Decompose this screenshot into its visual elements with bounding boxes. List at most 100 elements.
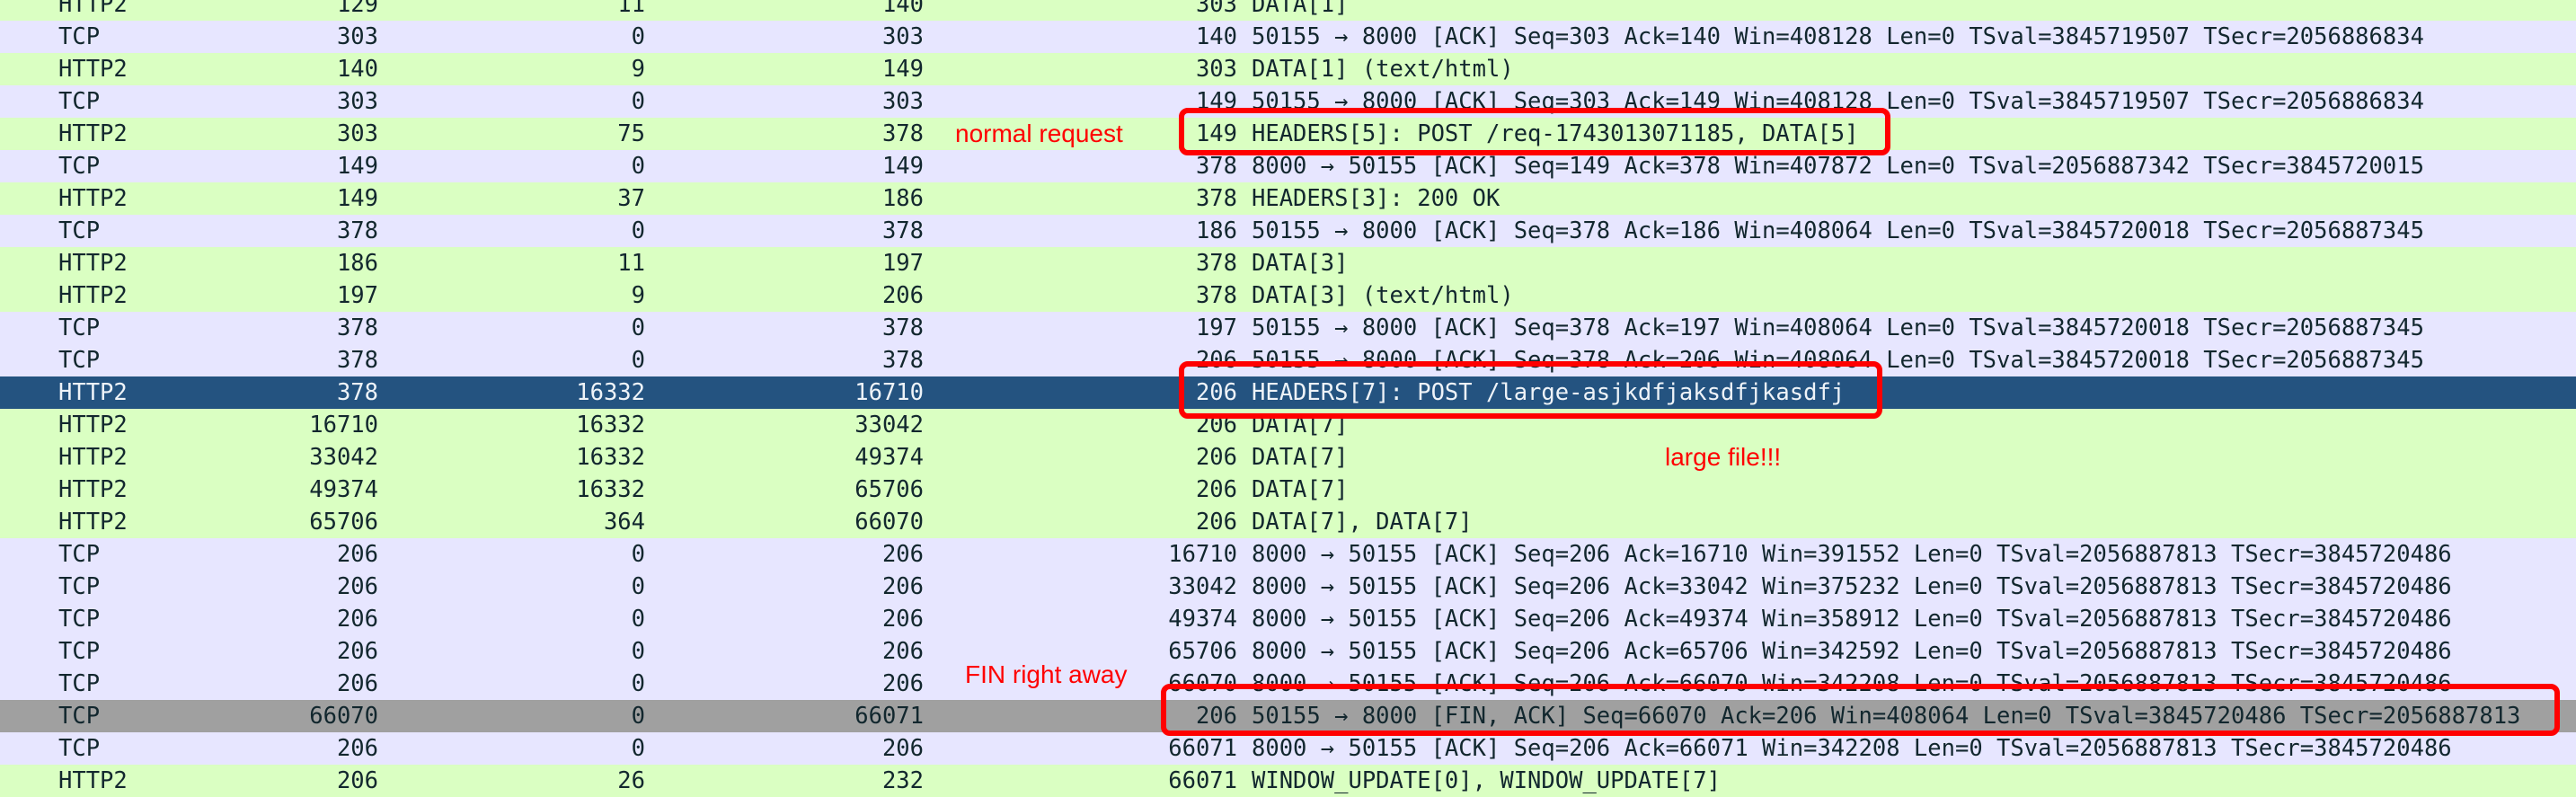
packet-value-c1: 149 bbox=[336, 185, 378, 212]
packet-row[interactable]: HTTP2 129 11 140 303 DATA[1] bbox=[0, 0, 2576, 21]
packet-value-c1: 303 bbox=[336, 120, 378, 147]
packet-value-c4: 378 bbox=[1195, 250, 1237, 277]
packet-protocol: HTTP2 bbox=[58, 250, 128, 277]
packet-protocol: HTTP2 bbox=[58, 379, 128, 406]
packet-value-c4: 206 bbox=[1195, 444, 1237, 471]
packet-value-c1: 206 bbox=[336, 573, 378, 600]
packet-value-c4: 33042 bbox=[1168, 573, 1237, 600]
annotation-fin-right-away: FIN right away bbox=[965, 660, 1128, 688]
packet-value-c2: 0 bbox=[631, 703, 645, 730]
packet-value-c1: 206 bbox=[336, 638, 378, 665]
packet-value-c3: 378 bbox=[881, 347, 924, 374]
packet-value-c1: 129 bbox=[336, 0, 378, 18]
packet-protocol: HTTP2 bbox=[58, 444, 128, 471]
packet-info: DATA[3] (text/html) bbox=[1252, 282, 1514, 309]
packet-value-c4: 206 bbox=[1195, 509, 1237, 536]
packet-value-c4: 65706 bbox=[1168, 638, 1237, 665]
packet-value-c2: 364 bbox=[603, 509, 645, 536]
packet-value-c4: 303 bbox=[1195, 0, 1237, 18]
packet-protocol: TCP bbox=[58, 314, 101, 341]
packet-value-c2: 16332 bbox=[576, 412, 645, 438]
packet-value-c1: 66070 bbox=[309, 703, 378, 730]
packet-value-c1: 303 bbox=[336, 23, 378, 50]
packet-value-c3: 66070 bbox=[854, 509, 924, 536]
packet-value-c3: 303 bbox=[881, 88, 924, 115]
packet-value-c2: 0 bbox=[631, 670, 645, 697]
packet-protocol: TCP bbox=[58, 153, 101, 180]
packet-value-c3: 378 bbox=[881, 314, 924, 341]
packet-value-c3: 206 bbox=[881, 541, 924, 568]
packet-info: 50155 → 8000 [ACK] Seq=378 Ack=186 Win=4… bbox=[1252, 217, 2424, 244]
packet-value-c4: 206 bbox=[1195, 476, 1237, 503]
packet-row[interactable]: TCP 206 0 206 66071 8000 → 50155 [ACK] Seq=20… bbox=[0, 732, 2576, 765]
packet-value-c2: 0 bbox=[631, 573, 645, 600]
packet-value-c3: 149 bbox=[881, 153, 924, 180]
packet-protocol: TCP bbox=[58, 88, 101, 115]
packet-protocol: TCP bbox=[58, 638, 101, 665]
packet-protocol: TCP bbox=[58, 703, 101, 730]
packet-info: DATA[7], DATA[7] bbox=[1252, 509, 1473, 536]
packet-value-c3: 16710 bbox=[854, 379, 924, 406]
packet-value-c2: 11 bbox=[617, 0, 645, 18]
packet-value-c1: 206 bbox=[336, 606, 378, 633]
packet-row[interactable]: HTTP2 186 11 197 378 DATA[3] bbox=[0, 247, 2576, 279]
packet-row[interactable]: TCP 378 0 378 197 50155 → 8000 [ACK] Seq=378 … bbox=[0, 312, 2576, 344]
packet-row[interactable]: HTTP2 206 26 232 66071 WINDOW_UPDATE[0], WIND… bbox=[0, 765, 2576, 797]
packet-protocol: TCP bbox=[58, 217, 101, 244]
packet-value-c2: 0 bbox=[631, 23, 645, 50]
packet-value-c2: 37 bbox=[617, 185, 645, 212]
packet-row[interactable]: TCP 206 0 206 49374 8000 → 50155 [ACK] Seq=20… bbox=[0, 603, 2576, 635]
packet-row[interactable]: HTTP2 49374 16332 65706 206 DATA[7] bbox=[0, 474, 2576, 506]
packet-protocol: HTTP2 bbox=[58, 185, 128, 212]
packet-value-c2: 0 bbox=[631, 606, 645, 633]
packet-value-c2: 0 bbox=[631, 314, 645, 341]
packet-row[interactable]: TCP 303 0 303 140 50155 → 8000 [ACK] Seq=303 … bbox=[0, 21, 2576, 53]
packet-value-c2: 9 bbox=[631, 56, 645, 83]
packet-protocol: HTTP2 bbox=[58, 509, 128, 536]
packet-row[interactable]: TCP 206 0 206 65706 8000 → 50155 [ACK] Seq=20… bbox=[0, 635, 2576, 668]
packet-value-c3: 232 bbox=[881, 767, 924, 794]
packet-row[interactable]: TCP 378 0 378 186 50155 → 8000 [ACK] Seq=378 … bbox=[0, 215, 2576, 247]
packet-value-c2: 0 bbox=[631, 153, 645, 180]
packet-value-c1: 149 bbox=[336, 153, 378, 180]
packet-protocol: HTTP2 bbox=[58, 56, 128, 83]
packet-protocol: HTTP2 bbox=[58, 0, 128, 18]
packet-value-c3: 186 bbox=[881, 185, 924, 212]
packet-value-c2: 0 bbox=[631, 735, 645, 762]
packet-value-c4: 49374 bbox=[1168, 606, 1237, 633]
packet-info: DATA[7] bbox=[1252, 444, 1349, 471]
packet-protocol: TCP bbox=[58, 541, 101, 568]
packet-row[interactable]: HTTP2 33042 16332 49374 206 DATA[7] bbox=[0, 441, 2576, 474]
packet-value-c2: 16332 bbox=[576, 476, 645, 503]
packet-value-c3: 206 bbox=[881, 638, 924, 665]
packet-value-c4: 186 bbox=[1195, 217, 1237, 244]
packet-info: DATA[1] bbox=[1252, 0, 1349, 18]
packet-value-c1: 206 bbox=[336, 541, 378, 568]
packet-row[interactable]: TCP 206 0 206 33042 8000 → 50155 [ACK] Seq=20… bbox=[0, 571, 2576, 603]
packet-value-c2: 9 bbox=[631, 282, 645, 309]
packet-value-c4: 303 bbox=[1195, 56, 1237, 83]
packet-value-c3: 33042 bbox=[854, 412, 924, 438]
packet-value-c3: 206 bbox=[881, 670, 924, 697]
highlight-box-large-request bbox=[1179, 361, 1882, 419]
packet-info: 8000 → 50155 [ACK] Seq=206 Ack=65706 Win… bbox=[1252, 638, 2452, 665]
packet-value-c3: 140 bbox=[881, 0, 924, 18]
packet-value-c3: 303 bbox=[881, 23, 924, 50]
packet-value-c1: 140 bbox=[336, 56, 378, 83]
packet-value-c2: 16332 bbox=[576, 379, 645, 406]
packet-row[interactable]: HTTP2 65706 364 66070 206 DATA[7], DATA[7] bbox=[0, 506, 2576, 538]
packet-row[interactable]: HTTP2 149 37 186 378 HEADERS[3]: 200 OK bbox=[0, 182, 2576, 215]
packet-row[interactable]: TCP 206 0 206 16710 8000 → 50155 [ACK] Seq=20… bbox=[0, 538, 2576, 571]
packet-value-c1: 16710 bbox=[309, 412, 378, 438]
packet-value-c1: 33042 bbox=[309, 444, 378, 471]
packet-row[interactable]: HTTP2 197 9 206 378 DATA[3] (text/html) bbox=[0, 279, 2576, 312]
annotation-large-file: large file!!! bbox=[1665, 443, 1782, 471]
packet-value-c1: 378 bbox=[336, 314, 378, 341]
packet-protocol: HTTP2 bbox=[58, 412, 128, 438]
packet-row[interactable]: HTTP2 140 9 149 303 DATA[1] (text/html) bbox=[0, 53, 2576, 85]
packet-info: 8000 → 50155 [ACK] Seq=206 Ack=16710 Win… bbox=[1252, 541, 2452, 568]
packet-value-c4: 378 bbox=[1195, 282, 1237, 309]
packet-value-c3: 378 bbox=[881, 120, 924, 147]
packet-value-c2: 0 bbox=[631, 541, 645, 568]
packet-value-c3: 197 bbox=[881, 250, 924, 277]
